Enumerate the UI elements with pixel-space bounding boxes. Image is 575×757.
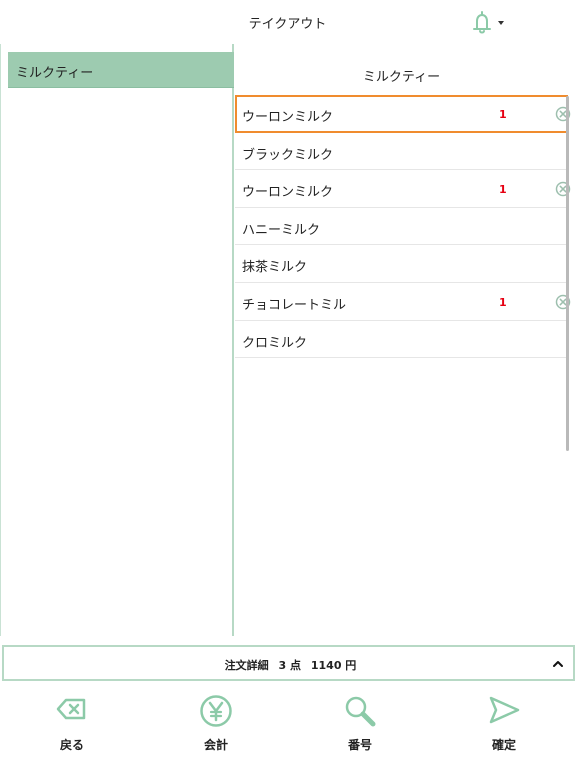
order-total: 1140 円 (310, 659, 357, 672)
bottom-nav: 戻る 会計 番号 確定 (0, 684, 575, 757)
chevron-down-icon (498, 21, 504, 25)
list-item[interactable]: チョコレートミル 1 (235, 283, 571, 321)
category-item-milk-tea[interactable]: ミルクティー (8, 52, 234, 88)
item-quantity: 1 (499, 183, 507, 197)
list-item[interactable]: ブラックミルク (235, 133, 568, 171)
item-name: ブラックミルク (242, 147, 334, 163)
item-name: 抹茶ミルク (242, 260, 308, 276)
panel-title: ミルクティー (362, 70, 441, 85)
confirm-button[interactable]: 確定 (432, 684, 575, 757)
checkout-label: 会計 (203, 738, 228, 752)
item-name: クロミルク (242, 335, 308, 351)
list-item[interactable]: クロミルク (235, 321, 568, 359)
order-summary-text: 注文詳細 3 点 1140 円 (4, 657, 575, 673)
backspace-icon (56, 698, 86, 720)
category-sidebar: ミルクティー (0, 44, 234, 636)
scrollbar[interactable] (566, 96, 569, 451)
notification-menu[interactable] (470, 8, 510, 38)
chevron-up-icon[interactable] (552, 659, 564, 669)
list-item[interactable]: ウーロンミルク 1 (235, 170, 571, 208)
order-item-count: 3 点 (278, 659, 302, 672)
search-icon (345, 696, 376, 727)
header: テイクアウト (0, 0, 575, 44)
order-detail-label: 注文詳細 (224, 659, 269, 672)
number-button[interactable]: 番号 (288, 684, 432, 757)
confirm-label: 確定 (491, 738, 516, 752)
send-icon (489, 696, 520, 724)
item-name: ウーロンミルク (242, 110, 334, 125)
back-label: 戻る (59, 738, 84, 752)
item-quantity: 1 (499, 108, 507, 121)
number-label: 番号 (347, 738, 372, 752)
item-list: ウーロンミルク 1 ブラックミルク ウーロンミルク 1 ハニーミルク 抹茶ミルク… (235, 95, 571, 359)
item-name: チョコレートミル (242, 297, 347, 313)
checkout-button[interactable]: 会計 (144, 684, 288, 757)
yen-icon (200, 695, 232, 727)
category-label: ミルクティー (16, 66, 94, 81)
bell-icon (473, 11, 491, 34)
list-item[interactable]: ハニーミルク (235, 208, 568, 246)
list-item[interactable]: ウーロンミルク 1 (235, 95, 571, 133)
back-button[interactable]: 戻る (0, 684, 144, 757)
item-quantity: 1 (499, 295, 507, 309)
item-name: ウーロンミルク (242, 185, 334, 201)
order-summary-bar[interactable]: 注文詳細 3 点 1140 円 (2, 645, 575, 681)
item-name: ハニーミルク (242, 222, 321, 238)
list-item[interactable]: 抹茶ミルク (235, 245, 568, 283)
item-panel: ミルクティー ウーロンミルク 1 ブラックミルク ウーロンミルク 1 ハニーミル (235, 44, 575, 636)
